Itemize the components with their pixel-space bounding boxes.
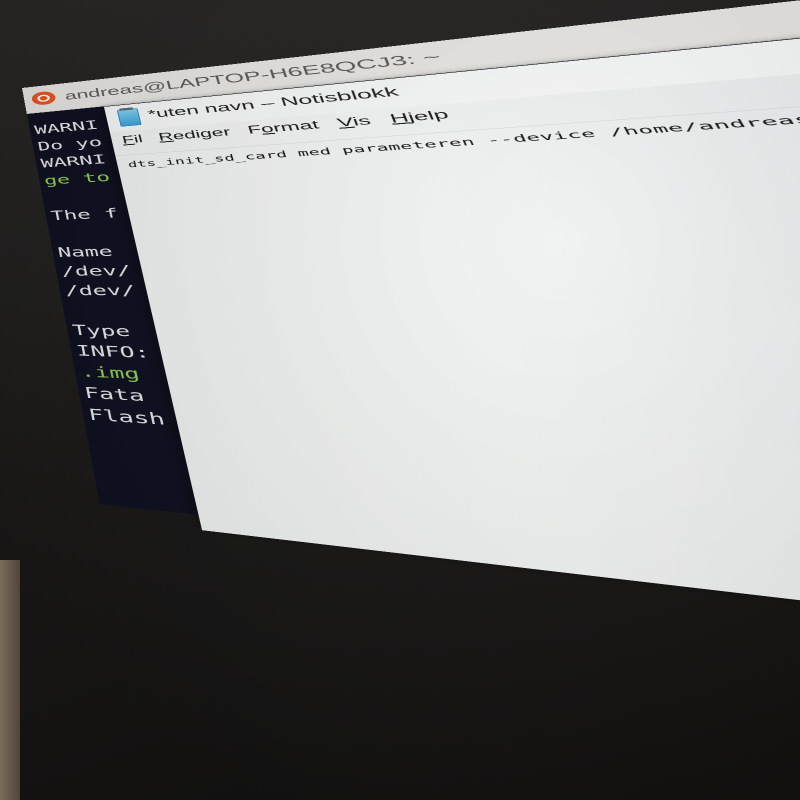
menu-label: jelp — [405, 107, 451, 124]
background-wall — [0, 560, 20, 800]
menu-hjelp[interactable]: Hjelp — [388, 107, 455, 133]
menu-vis[interactable]: Vis — [335, 114, 376, 137]
menu-label: ediger — [171, 125, 233, 143]
notepad-icon — [116, 108, 142, 127]
menu-fil[interactable]: Fil — [121, 133, 146, 153]
menu-rediger[interactable]: Rediger — [157, 125, 234, 150]
menu-label: rmat — [271, 118, 321, 135]
menu-label: is — [350, 113, 373, 129]
ubuntu-icon — [30, 90, 57, 106]
menu-format[interactable]: Format — [246, 118, 324, 144]
menu-label: il — [132, 132, 144, 146]
